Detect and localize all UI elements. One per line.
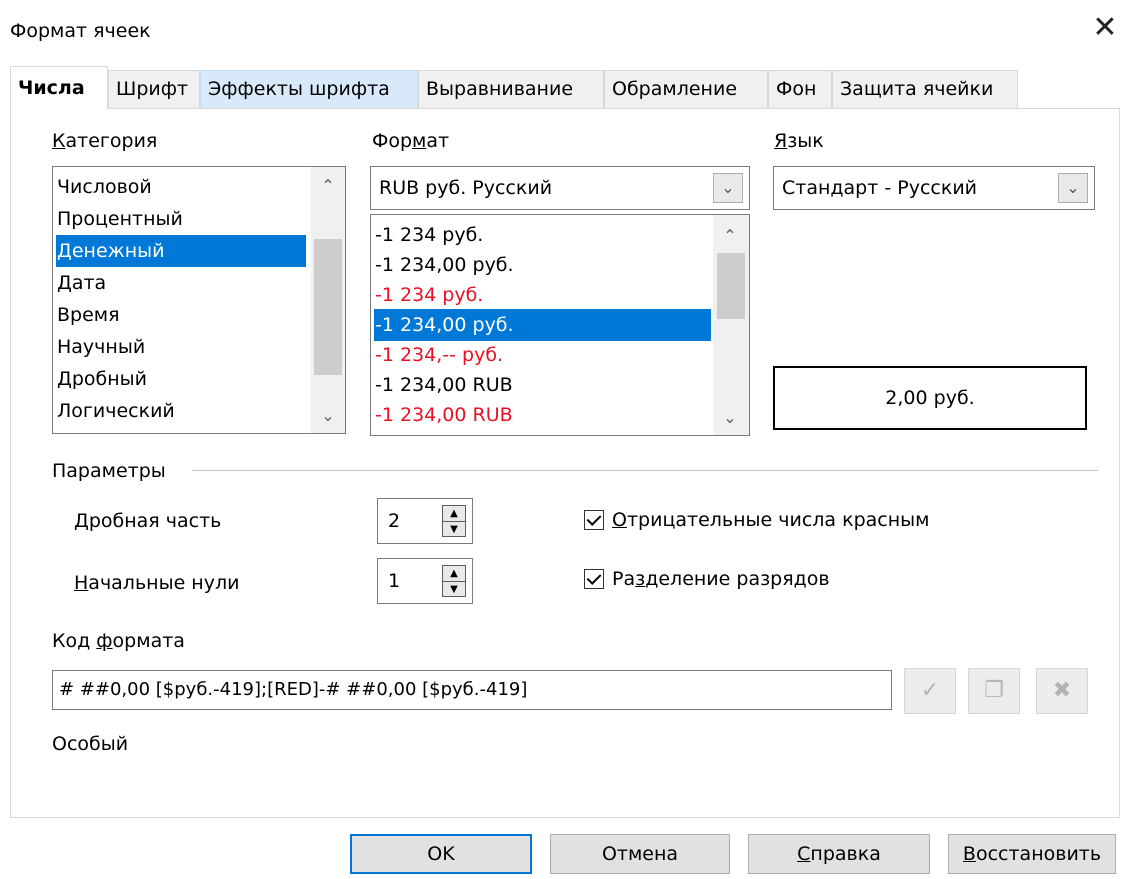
format-code-value: # ##0,00 [$руб.-419];[RED]-# ##0,00 [$ру… [59,679,528,700]
list-item[interactable]: Числовой [56,171,152,203]
format-preview: 2,00 руб. [773,366,1087,430]
negative-red-label: Отрицательные числа красным [612,509,930,531]
params-group-label: Параметры [52,460,166,482]
list-item[interactable]: -1 234,00 руб. [374,309,711,341]
delete-button[interactable]: ✖ [1036,668,1088,714]
list-item[interactable]: -1 234,00 руб. [374,249,514,281]
list-item[interactable]: -1 234,00 RUB [374,369,513,401]
scroll-down-icon[interactable]: ⌄ [713,403,747,433]
stepper-down-icon[interactable]: ▼ [443,582,465,597]
tab-alignment[interactable]: Выравнивание [418,70,604,108]
list-item[interactable]: -1 234 руб. [374,219,483,251]
close-icon[interactable]: ✕ [1090,10,1120,46]
thousands-separator-label: Разделение разрядов [612,568,830,590]
tab-borders[interactable]: Обрамление [604,70,768,108]
leading-zeros-label: Начальные нули [74,572,240,594]
list-item[interactable]: -1 234,-- руб. [374,339,503,371]
checkbox-checked-icon[interactable] [584,510,604,530]
decimals-stepper[interactable]: 2 ▲ ▼ [377,498,473,544]
language-value: Стандарт - Русский [782,177,978,199]
tab-background[interactable]: Фон [768,70,832,108]
language-label: Язык [774,130,824,152]
tab-font[interactable]: Шрифт [108,70,200,108]
list-item[interactable]: Денежный [56,235,306,267]
stepper-up-icon[interactable]: ▲ [443,506,465,522]
format-code-input[interactable]: # ##0,00 [$руб.-419];[RED]-# ##0,00 [$ру… [52,670,892,710]
reset-button[interactable]: Восстановить [948,834,1116,874]
tab-font-effects[interactable]: Эффекты шрифта [200,70,418,108]
format-scrollbar[interactable]: ⌃ ⌄ [713,215,749,435]
tab-numbers[interactable]: Числа [10,66,108,109]
format-code-label: Код формата [52,630,185,652]
dialog-title: Формат ячеек [10,20,151,42]
list-item[interactable]: Логический [56,395,175,427]
negative-red-checkbox[interactable]: Отрицательные числа красным [584,509,930,531]
stepper-buttons[interactable]: ▲ ▼ [442,505,466,537]
language-combo[interactable]: Стандарт - Русский ⌄ [773,166,1095,210]
list-item[interactable]: -1 234,00 RUB [374,399,513,431]
format-label: Формат [372,130,450,152]
scroll-up-icon[interactable]: ⌃ [713,221,747,251]
scroll-thumb[interactable] [314,239,342,375]
leading-zeros-stepper[interactable]: 1 ▲ ▼ [377,558,473,604]
list-item[interactable]: Время [56,299,120,331]
add-comment-button[interactable]: ❐ [968,668,1020,714]
checkmark-icon: ✓ [920,678,940,703]
chevron-down-icon[interactable]: ⌄ [713,173,743,203]
delete-icon: ✖ [1052,678,1072,703]
accept-button[interactable]: ✓ [904,668,956,714]
stepper-down-icon[interactable]: ▼ [443,522,465,537]
format-currency-combo[interactable]: RUB руб. Русский ⌄ [370,166,750,210]
category-label: Категория [52,130,158,152]
tab-cell-protection[interactable]: Защита ячейки [832,70,1018,108]
thousands-separator-checkbox[interactable]: Разделение разрядов [584,568,830,590]
scroll-down-icon[interactable]: ⌄ [311,401,345,431]
category-scrollbar[interactable]: ⌃ ⌄ [311,167,345,433]
leading-zeros-value: 1 [388,570,401,592]
help-button[interactable]: Справка [748,834,930,874]
ok-button[interactable]: OK [350,834,532,874]
group-divider [192,470,1098,471]
decimals-label: Дробная часть [74,510,222,532]
stepper-buttons[interactable]: ▲ ▼ [442,565,466,597]
decimals-value: 2 [388,510,401,532]
category-listbox[interactable]: Числовой Процентный Денежный Дата Время … [52,166,346,434]
list-item[interactable]: Научный [56,331,145,363]
format-comment: Особый [52,733,129,755]
comment-icon: ❐ [984,678,1004,703]
checkbox-checked-icon[interactable] [584,569,604,589]
format-listbox[interactable]: -1 234 руб. -1 234,00 руб. -1 234 руб. -… [370,214,750,436]
list-item[interactable]: Дата [56,267,106,299]
tab-bar: Числа Шрифт Эффекты шрифта Выравнивание … [10,66,1018,109]
scroll-up-icon[interactable]: ⌃ [311,171,345,201]
cancel-button[interactable]: Отмена [550,834,730,874]
list-item[interactable]: Процентный [56,203,183,235]
scroll-thumb[interactable] [717,253,745,319]
list-item[interactable]: Дробный [56,363,147,395]
format-currency-value: RUB руб. Русский [379,177,553,199]
list-item[interactable]: -1 234 руб. [374,279,483,311]
chevron-down-icon[interactable]: ⌄ [1058,173,1088,203]
stepper-up-icon[interactable]: ▲ [443,566,465,582]
